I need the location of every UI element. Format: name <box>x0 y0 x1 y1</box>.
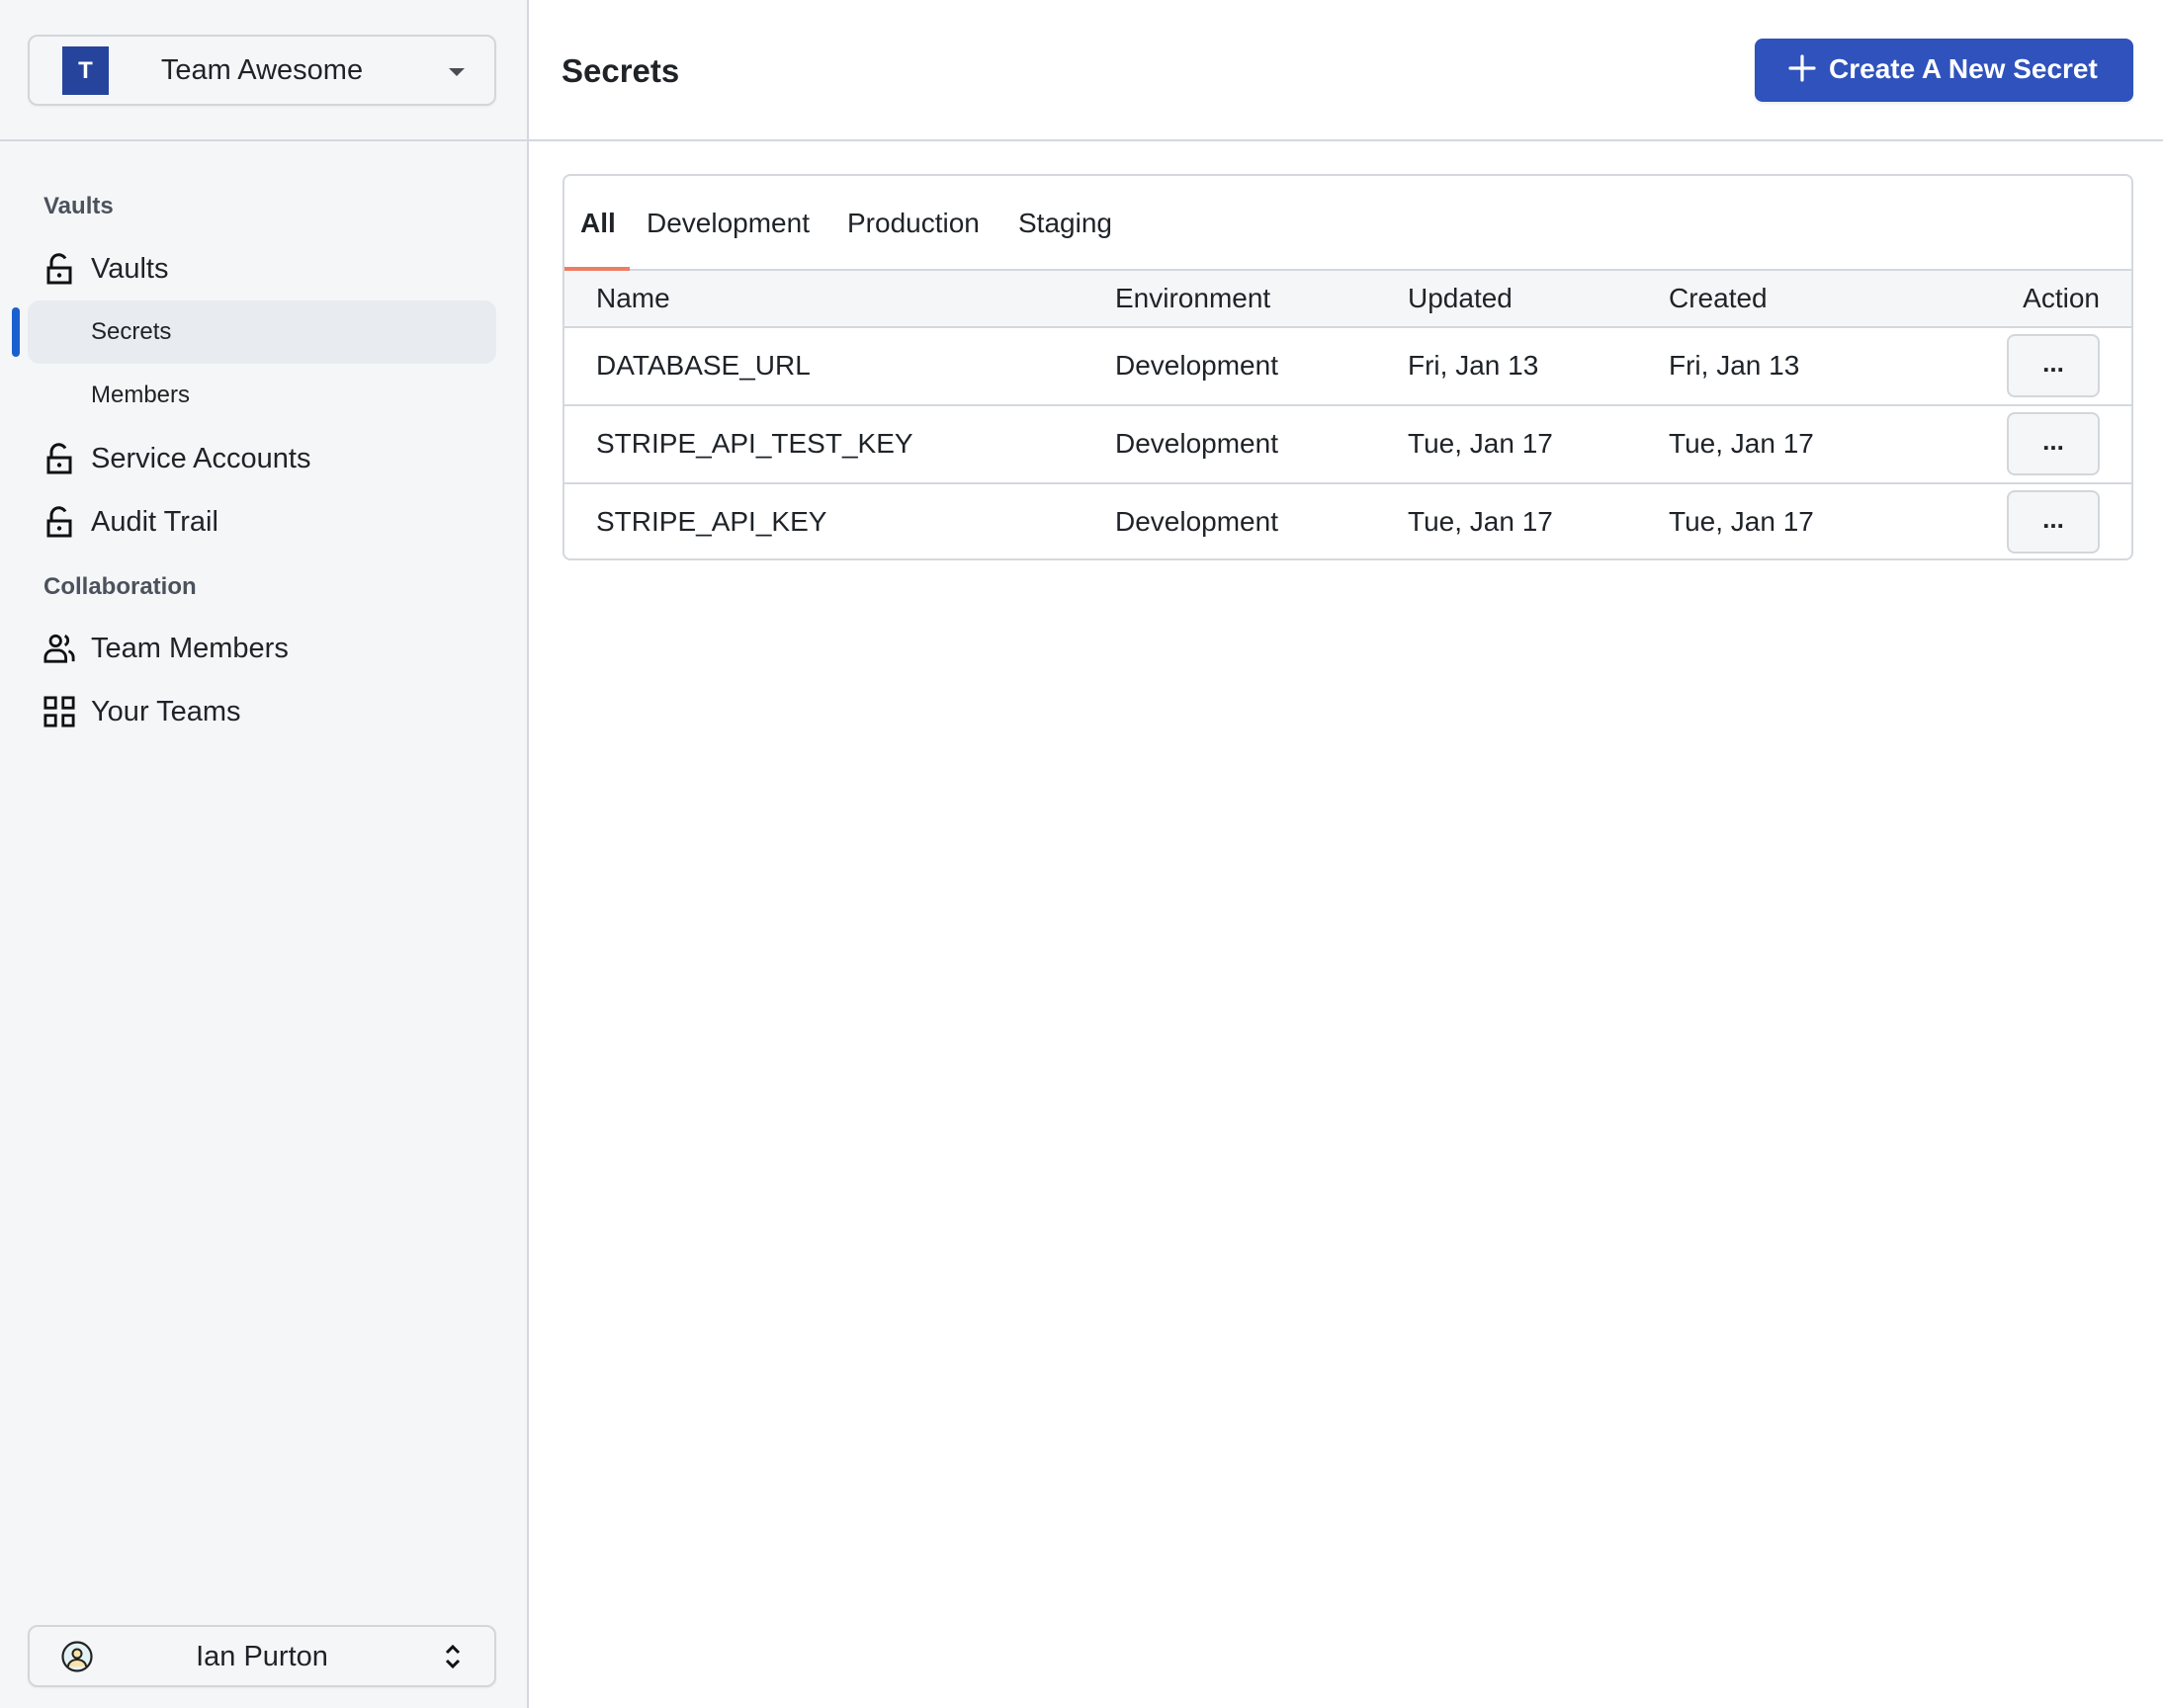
user-selector[interactable]: Ian Purton <box>28 1625 496 1687</box>
page-title: Secrets <box>562 52 680 89</box>
sidebar-item-members[interactable]: Members <box>28 366 496 425</box>
users-icon <box>43 632 75 665</box>
sidebar-item-audit-trail[interactable]: Audit Trail <box>28 492 496 552</box>
column-header-name: Name <box>596 283 670 313</box>
sidebar-header: T Team Awesome <box>0 0 527 141</box>
section-label-collaboration: Collaboration <box>43 573 197 600</box>
sidebar-item-your-teams[interactable]: Your Teams <box>28 682 496 741</box>
row-action-button[interactable]: ... <box>2007 412 2100 475</box>
column-header-updated: Updated <box>1408 283 1513 313</box>
unlock-icon <box>43 505 75 539</box>
secret-name: DATABASE_URL <box>596 350 811 381</box>
sidebar-item-service-accounts[interactable]: Service Accounts <box>28 429 496 488</box>
secret-environment: Development <box>1115 506 1278 537</box>
secret-created: Tue, Jan 17 <box>1669 506 1814 537</box>
table-row: STRIPE_API_KEY Development Tue, Jan 17 T… <box>564 484 2131 558</box>
sidebar-item-secrets[interactable]: Secrets <box>28 300 496 364</box>
secret-created: Tue, Jan 17 <box>1669 428 1814 459</box>
sidebar-item-label: Audit Trail <box>91 505 218 538</box>
secret-environment: Development <box>1115 350 1278 381</box>
sidebar-item-label: Team Members <box>91 632 289 664</box>
table-header: Name Environment Updated Created Action <box>564 271 2131 328</box>
grid-icon <box>43 695 75 728</box>
column-header-environment: Environment <box>1115 283 1271 313</box>
column-header-action: Action <box>2023 283 2100 313</box>
plus-icon <box>1787 53 1817 83</box>
sidebar-item-vaults[interactable]: Vaults <box>28 239 496 299</box>
section-label-vaults: Vaults <box>43 193 114 219</box>
row-action-button[interactable]: ... <box>2007 334 2100 397</box>
sidebar-item-label: Service Accounts <box>91 442 311 474</box>
secret-updated: Fri, Jan 13 <box>1408 350 1539 381</box>
sidebar-item-label: Your Teams <box>91 695 241 727</box>
environment-tabs: All Development Production Staging <box>564 176 2131 271</box>
secret-name: STRIPE_API_KEY <box>596 506 827 537</box>
secret-name: STRIPE_API_TEST_KEY <box>596 428 913 459</box>
team-selector[interactable]: T Team Awesome <box>28 35 496 106</box>
table-row: DATABASE_URL Development Fri, Jan 13 Fri… <box>564 328 2131 406</box>
secret-environment: Development <box>1115 428 1278 459</box>
team-name: Team Awesome <box>160 54 364 86</box>
row-action-button[interactable]: ... <box>2007 490 2100 554</box>
page-header: Secrets Create A New Secret <box>529 0 2163 141</box>
sidebar-item-label: Vaults <box>91 252 169 285</box>
sidebar: T Team Awesome Vaults Vaults Secrets Mem… <box>0 0 529 1708</box>
tab-production[interactable]: Production <box>847 208 980 239</box>
column-header-created: Created <box>1669 283 1768 313</box>
secrets-card: All Development Production Staging Name … <box>562 174 2133 560</box>
unlock-icon <box>43 442 75 475</box>
tab-staging[interactable]: Staging <box>1018 208 1112 239</box>
sidebar-item-label: Members <box>91 382 191 408</box>
tab-all[interactable]: All <box>580 208 616 239</box>
table-row: STRIPE_API_TEST_KEY Development Tue, Jan… <box>564 406 2131 484</box>
secret-created: Fri, Jan 13 <box>1669 350 1800 381</box>
create-secret-button[interactable]: Create A New Secret <box>1755 39 2133 102</box>
user-name: Ian Purton <box>196 1641 328 1672</box>
active-indicator <box>12 307 20 357</box>
sidebar-item-team-members[interactable]: Team Members <box>28 619 496 678</box>
caret-down-icon <box>449 68 465 76</box>
sidebar-item-label: Secrets <box>91 318 172 345</box>
secret-updated: Tue, Jan 17 <box>1408 428 1553 459</box>
create-secret-label: Create A New Secret <box>1829 53 2098 84</box>
unlock-icon <box>43 252 75 286</box>
chevron-up-down-icon <box>445 1643 461 1670</box>
secret-updated: Tue, Jan 17 <box>1408 506 1553 537</box>
tab-development[interactable]: Development <box>647 208 810 239</box>
